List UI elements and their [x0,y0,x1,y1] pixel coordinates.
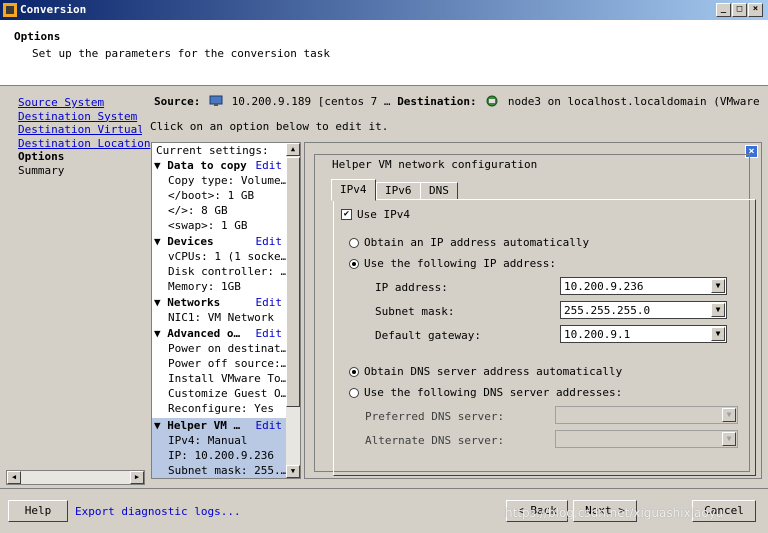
edit-link[interactable]: Edit [256,326,283,341]
tree-section-data-to-copy[interactable]: ▼ Data to copy Edit [154,158,286,173]
use-ipv4-checkbox[interactable]: ✔ [341,209,352,220]
nav-destination-location[interactable]: Destination Location [18,137,150,151]
subnet-mask-label: Subnet mask: [375,305,455,318]
tree-item[interactable]: Reconfigure: Yes [168,401,286,416]
tree-item[interactable]: Install VMware To… [168,371,286,386]
gateway-field[interactable]: 10.200.9.1 ▼ [560,325,727,343]
tree-item[interactable]: IPv4: Manual [168,433,286,448]
tree-item[interactable]: Copy type: Volume… [168,173,286,188]
ip-auto-label: Obtain an IP address automatically [364,236,590,249]
scroll-right-icon[interactable]: ▶ [130,471,144,484]
chevron-down-icon[interactable]: ▼ [711,279,725,293]
scroll-up-icon[interactable]: ▲ [286,143,300,156]
tree-item[interactable]: vCPUs: 1 (1 socke… [168,249,286,264]
tree-item[interactable]: Power off source:… [168,356,286,371]
ipv4-tab-page: ✔ Use IPv4 Obtain an IP address automati… [333,199,756,476]
window-title: Conversion [20,3,87,16]
preferred-dns-field[interactable]: ▼ [555,406,738,424]
ip-auto-radio[interactable] [349,238,359,248]
page-header: Options Set up the parameters for the co… [0,20,768,86]
chevron-down-icon[interactable]: ▼ [722,408,736,422]
ip-address-field[interactable]: 10.200.9.236 ▼ [560,277,727,295]
edit-link[interactable]: Edit [256,295,283,310]
tab-dns[interactable]: DNS [420,182,458,200]
tree-item[interactable]: <swap>: 1 GB [168,218,286,233]
ip-address-label: IP address: [375,281,448,294]
edit-link[interactable]: Edit [256,234,283,249]
helper-vm-panel: × Helper VM network configuration IPv4 I… [304,142,762,479]
nav-destination-system[interactable]: Destination System [18,110,146,124]
ip-manual-radio[interactable] [349,259,359,269]
settings-tree[interactable]: Current settings: ▼ Data to copy Edit Cop… [151,142,301,479]
tree-item[interactable]: Subnet mask: 255.… [168,463,286,478]
alternate-dns-label: Alternate DNS server: [365,434,505,447]
scroll-left-icon[interactable]: ◀ [7,471,21,484]
page-title: Options [14,30,61,43]
vmware-converter-icon [3,3,17,17]
preferred-dns-label: Preferred DNS server: [365,410,505,423]
destination-value: node3 on localhost.localdomain (VMware E… [507,95,764,108]
tree-vertical-scrollbar[interactable]: ▲ ▼ [286,143,300,478]
tree-item[interactable]: </boot>: 1 GB [168,188,286,203]
maximize-button[interactable]: □ [732,3,747,17]
watermark: https://blog.csdn.net/xiguashixiaoyu [505,506,724,520]
tree-section-helper-vm[interactable]: ▼ Helper VM … Edit [154,418,286,433]
tree-section-networks[interactable]: ▼ Networks Edit [154,295,286,310]
dns-manual-radio[interactable] [349,388,359,398]
destination-label: Destination: [397,95,477,108]
nav-horizontal-scrollbar[interactable]: ◀ ▶ [6,470,145,485]
close-window-button[interactable]: × [748,3,763,17]
nav-summary: Summary [18,163,65,177]
subnet-mask-field[interactable]: 255.255.255.0 ▼ [560,301,727,319]
tree-item[interactable]: Customize Guest O… [168,386,286,401]
chevron-down-icon[interactable]: ▼ [711,303,725,317]
network-config-group: Helper VM network configuration IPv4 IPv… [314,154,756,476]
use-ipv4-label: Use IPv4 [357,208,410,221]
scroll-down-icon[interactable]: ▼ [286,465,300,478]
nav-source-system[interactable]: Source System [18,96,146,110]
edit-link[interactable]: Edit [256,158,283,173]
page-subtitle: Set up the parameters for the conversion… [32,47,331,60]
minimize-button[interactable]: _ [716,3,731,17]
esxi-host-icon [486,95,498,107]
tree-item[interactable]: Power on destinat… [168,341,286,356]
ip-manual-label: Use the following IP address: [364,257,557,270]
tree-item[interactable]: </>: 8 GB [168,203,286,218]
tree-header: Current settings: [156,144,269,157]
group-title: Helper VM network configuration [329,158,541,171]
tree-item[interactable]: Memory: 1GB [168,279,286,294]
help-button[interactable]: Help [8,500,68,522]
tree-item[interactable]: IP: 10.200.9.236 [168,448,286,463]
alternate-dns-field[interactable]: ▼ [555,430,738,448]
nav-destination-vm[interactable]: Destination Virtual Machine [18,123,142,137]
dns-auto-radio[interactable] [349,367,359,377]
tree-section-devices[interactable]: ▼ Devices Edit [154,234,286,249]
tab-ipv6[interactable]: IPv6 [376,182,421,200]
export-logs-link[interactable]: Export diagnostic logs... [75,505,241,518]
monitor-icon [209,95,223,106]
dns-auto-label: Obtain DNS server address automatically [364,365,623,378]
dns-manual-label: Use the following DNS server addresses: [364,386,623,399]
edit-link[interactable]: Edit [256,418,283,433]
nav-options: Options [18,150,65,163]
scroll-thumb[interactable] [286,157,300,407]
wizard-nav: Source System Destination System Destina… [18,96,150,177]
chevron-down-icon[interactable]: ▼ [722,432,736,446]
source-value: 10.200.9.189 [centos 7 … [231,95,391,108]
source-destination-summary: Source: 10.200.9.189 [centos 7 … Destina… [154,95,764,108]
chevron-down-icon[interactable]: ▼ [711,327,725,341]
source-label: Source: [154,95,201,108]
gateway-label: Default gateway: [375,329,481,342]
tab-ipv4[interactable]: IPv4 [331,179,376,201]
edit-hint: Click on an option below to edit it. [150,120,389,133]
tree-item[interactable]: NIC1: VM Network [168,310,286,325]
tree-item[interactable]: Disk controller: … [168,264,286,279]
tree-section-advanced[interactable]: ▼ Advanced o… Edit [154,326,286,341]
title-bar[interactable]: Conversion _ □ × [0,0,768,20]
